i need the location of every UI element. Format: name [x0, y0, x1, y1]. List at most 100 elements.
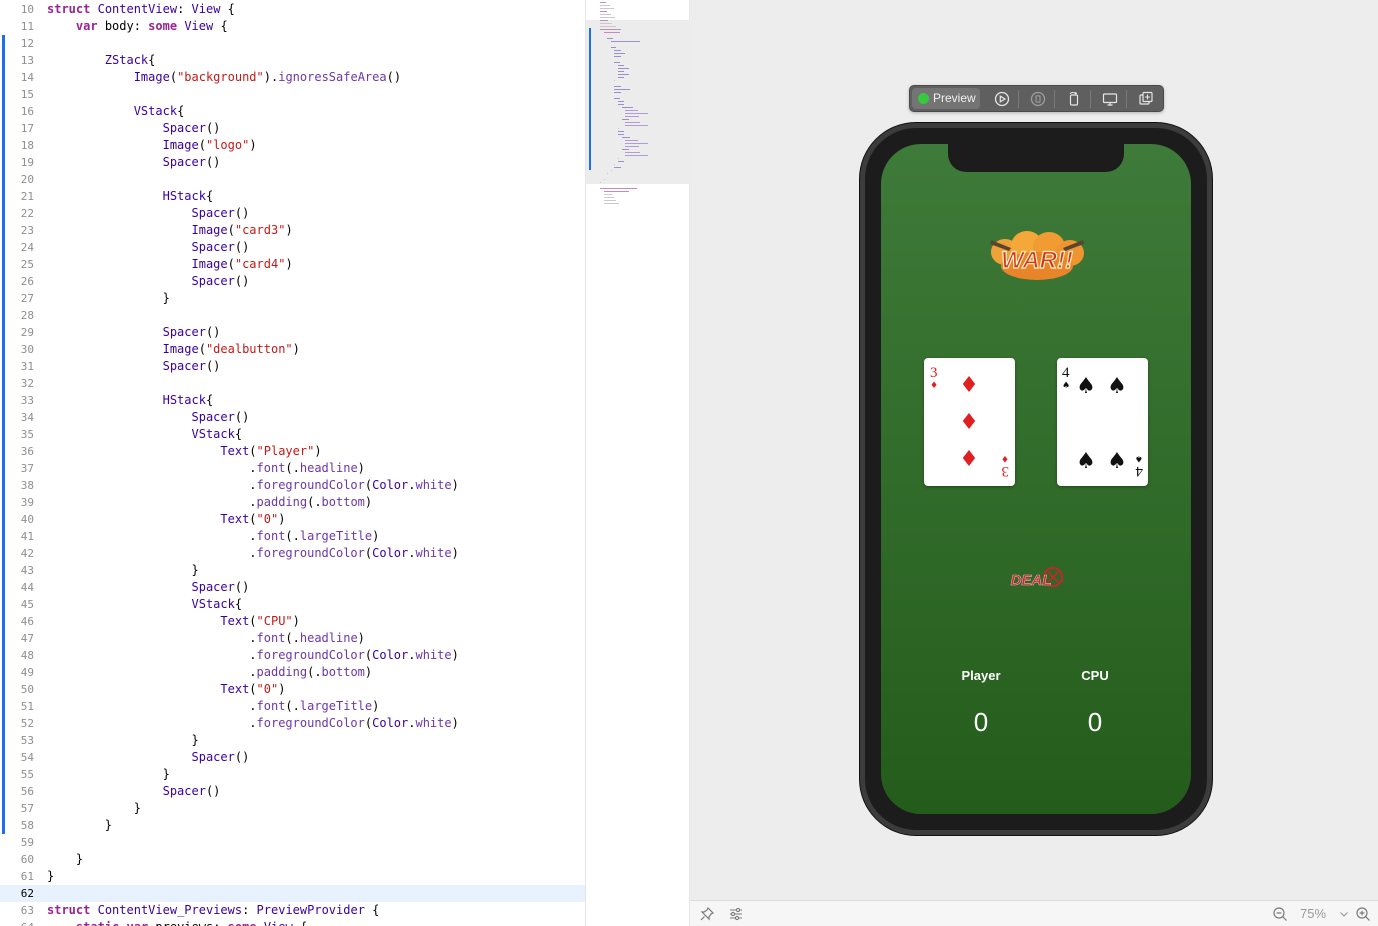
code-line[interactable]: 54 Spacer() [0, 749, 585, 766]
minimap-viewport[interactable] [586, 20, 690, 184]
code-line[interactable]: 12 [0, 35, 585, 52]
deal-button[interactable]: DEAL [1001, 564, 1069, 594]
code-line[interactable]: 37 .font(.headline) [0, 460, 585, 477]
code-line[interactable]: 55 } [0, 766, 585, 783]
code-line[interactable]: 64 static var previews: some View { [0, 919, 585, 926]
code-line[interactable]: 19 Spacer() [0, 154, 585, 171]
code-line[interactable]: 45 VStack{ [0, 596, 585, 613]
code-line[interactable]: 43 } [0, 562, 585, 579]
code-line[interactable]: 51 .font(.largeTitle) [0, 698, 585, 715]
code-line[interactable]: 63 struct ContentView_Previews: PreviewPr… [0, 902, 585, 919]
line-code: } [47, 732, 198, 749]
minimap-line [600, 2, 607, 3]
code-line[interactable]: 32 [0, 375, 585, 392]
code-line[interactable]: 40 Text("0") [0, 511, 585, 528]
code-line[interactable]: 27 } [0, 290, 585, 307]
line-code: Image("background").ignoresSafeArea() [47, 69, 401, 86]
code-line[interactable]: 49 .padding(.bottom) [0, 664, 585, 681]
code-token: white [415, 546, 452, 560]
code-line[interactable]: 33 HStack{ [0, 392, 585, 409]
card-pip: ♠ [1107, 449, 1127, 474]
inspect-icon[interactable] [1028, 90, 1048, 108]
line-code: Text("0") [47, 681, 285, 698]
line-code: Image("card4") [47, 256, 293, 273]
code-line[interactable]: 15 [0, 86, 585, 103]
line-number: 53 [20, 734, 34, 747]
card-rank-top: 3 [930, 365, 938, 381]
code-token: ( [169, 70, 178, 84]
card-rank-top: 4 [1062, 365, 1070, 381]
zoom-in-icon[interactable] [1355, 906, 1371, 922]
zoom-out-icon[interactable] [1272, 906, 1288, 922]
minimap[interactable] [585, 0, 690, 926]
code-line[interactable]: 30 Image("dealbutton") [0, 341, 585, 358]
code-line[interactable]: 56 Spacer() [0, 783, 585, 800]
code-line[interactable]: 11 var body: some View { [0, 18, 585, 35]
line-code: VStack{ [47, 596, 243, 613]
code-line[interactable]: 28 [0, 307, 585, 324]
code-line[interactable]: 13 ZStack{ [0, 52, 585, 69]
minimap-line [618, 101, 625, 102]
code-line[interactable]: 17 Spacer() [0, 120, 585, 137]
code-line[interactable]: 62 [0, 885, 585, 902]
code-line[interactable]: 53 } [0, 732, 585, 749]
code-line[interactable]: 36 Text("Player") [0, 443, 585, 460]
code-line[interactable]: 35 VStack{ [0, 426, 585, 443]
line-number: 24 [20, 241, 34, 254]
code-line[interactable]: 21 HStack{ [0, 188, 585, 205]
code-line[interactable]: 25 Image("card4") [0, 256, 585, 273]
code-line[interactable]: 22 Spacer() [0, 205, 585, 222]
zoom-level[interactable]: 75% [1300, 906, 1326, 921]
line-number: 19 [20, 156, 34, 169]
code-line[interactable]: 14 Image("background").ignoresSafeArea() [0, 69, 585, 86]
code-line[interactable]: 31 Spacer() [0, 358, 585, 375]
duplicate-preview-icon[interactable] [1136, 90, 1156, 108]
code-line[interactable]: 52 .foregroundColor(Color.white) [0, 715, 585, 732]
code-line[interactable]: 18 Image("logo") [0, 137, 585, 154]
code-line[interactable]: 47 .font(.headline) [0, 630, 585, 647]
code-token: "Player" [256, 444, 315, 458]
rotate-device-icon[interactable] [1064, 90, 1084, 108]
code-token: Color [372, 648, 409, 662]
pin-icon[interactable] [699, 906, 715, 922]
code-line[interactable]: 29 Spacer() [0, 324, 585, 341]
device-settings-icon[interactable] [1100, 90, 1120, 108]
code-line[interactable]: 23 Image("card3") [0, 222, 585, 239]
code-line[interactable]: 48 .foregroundColor(Color.white) [0, 647, 585, 664]
code-line[interactable]: 16 VStack{ [0, 103, 585, 120]
code-line[interactable]: 44 Spacer() [0, 579, 585, 596]
code-line[interactable]: 10 struct ContentView: View { [0, 1, 585, 18]
live-preview-icon[interactable] [992, 90, 1012, 108]
code-line[interactable]: 34 Spacer() [0, 409, 585, 426]
code-line[interactable]: 20 [0, 171, 585, 188]
preview-pin-button[interactable]: Preview [912, 88, 980, 109]
code-token: struct [47, 2, 91, 16]
change-indicator-bar[interactable] [2, 35, 5, 834]
code-line[interactable]: 41 .font(.largeTitle) [0, 528, 585, 545]
line-code: } [47, 868, 54, 885]
code-line[interactable]: 61} [0, 868, 585, 885]
preview-canvas[interactable]: Preview WAR!! 3 ♦ ♦ ♦ ♦ 3 ♦ 4 ♠ ♠ ♠ ♠ ♠ … [690, 0, 1378, 900]
code-token: () [205, 784, 221, 798]
chevron-down-icon[interactable] [1336, 906, 1352, 922]
line-code: HStack{ [47, 188, 214, 205]
adjust-icon[interactable] [728, 906, 744, 922]
code-token: static [76, 920, 119, 926]
code-line[interactable]: 39 .padding(.bottom) [0, 494, 585, 511]
code-line[interactable]: 26 Spacer() [0, 273, 585, 290]
minimap-change-bar [589, 28, 591, 170]
code-line[interactable]: 42 .foregroundColor(Color.white) [0, 545, 585, 562]
code-token: View [184, 19, 214, 33]
code-line[interactable]: 50 Text("0") [0, 681, 585, 698]
code-line[interactable]: 57 } [0, 800, 585, 817]
code-line[interactable]: 60 } [0, 851, 585, 868]
code-line[interactable]: 46 Text("CPU") [0, 613, 585, 630]
code-line[interactable]: 38 .foregroundColor(Color.white) [0, 477, 585, 494]
code-line[interactable]: 59 [0, 834, 585, 851]
code-line[interactable]: 24 Spacer() [0, 239, 585, 256]
code-editor[interactable]: 10 struct ContentView: View {11 var body:… [0, 0, 585, 926]
code-token: ( [227, 257, 235, 271]
minimap-line [621, 137, 631, 138]
code-line[interactable]: 58 } [0, 817, 585, 834]
